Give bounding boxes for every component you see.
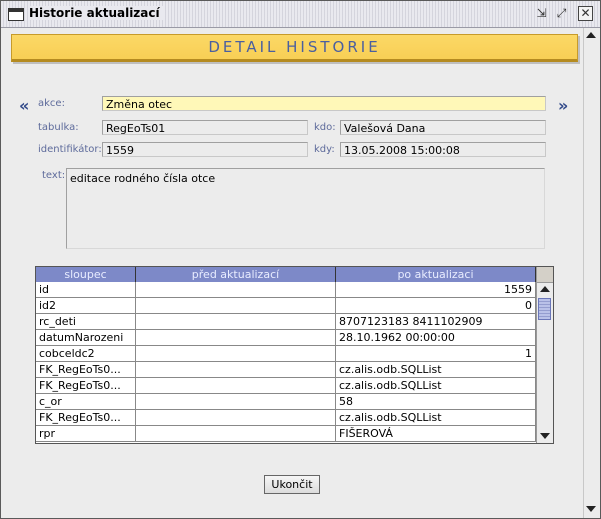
table-cell: FIŠEROVÁ — [336, 426, 536, 441]
previous-record-icon[interactable]: « — [19, 96, 29, 115]
table-row[interactable]: id 1559 — [36, 282, 536, 298]
table-row[interactable]: FK_RegEoTs0... cz.alis.odb.SQLList — [36, 410, 536, 426]
history-table: sloupec před aktualizací po aktualizaci … — [35, 266, 554, 444]
table-cell: id2 — [36, 298, 136, 313]
table-header: sloupec před aktualizací po aktualizaci — [36, 267, 536, 282]
table-cell: 8707123183 8411102909 — [336, 314, 536, 329]
table-row[interactable]: FK_RegEoTs0... cz.alis.odb.SQLList — [36, 378, 536, 394]
table-cell: 58 — [336, 394, 536, 409]
table-cell — [136, 282, 336, 297]
kdy-field[interactable]: 13.05.2008 15:00:08 — [340, 142, 546, 157]
column-header-pred[interactable]: před aktualizací — [136, 267, 336, 282]
table-cell: cz.alis.odb.SQLList — [336, 378, 536, 393]
maximize-icon[interactable]: ⤢ — [554, 6, 569, 21]
title-bar[interactable]: Historie aktualizací ⇲ ⤢ ✕ — [1, 1, 600, 28]
table-row[interactable]: FK_RegEoTs0... cz.alis.odb.SQLList — [36, 362, 536, 378]
table-scrollbar[interactable] — [536, 267, 553, 443]
akce-field[interactable]: Změna otec — [102, 96, 546, 111]
scroll-thumb[interactable] — [538, 298, 551, 320]
window-title: Historie aktualizací — [29, 6, 164, 20]
close-icon[interactable]: ✕ — [578, 6, 593, 21]
identifikator-label: identifikátor: — [38, 144, 102, 155]
table-cell: 0 — [336, 298, 536, 313]
dialog-content: DETAIL HISTORIE « » akce: Změna otec tab… — [1, 28, 584, 518]
window-scrollbar[interactable] — [583, 28, 600, 518]
column-header-po[interactable]: po aktualizaci — [336, 267, 536, 282]
table-row[interactable]: rpr FIŠEROVÁ — [36, 426, 536, 442]
table-cell: FK_RegEoTs0... — [36, 378, 136, 393]
table-cell: 28.10.1962 00:00:00 — [336, 330, 536, 345]
table-row[interactable]: id2 0 — [36, 298, 536, 314]
scroll-up-icon[interactable] — [586, 32, 596, 38]
scroll-down-icon[interactable] — [540, 433, 550, 439]
kdy-label: kdy: — [314, 144, 335, 155]
table-cell: FK_RegEoTs0... — [36, 362, 136, 377]
table-corner — [537, 267, 553, 283]
table-cell — [136, 410, 336, 425]
table-cell: rpr — [36, 426, 136, 441]
text-area[interactable]: editace rodného čísla otce — [66, 168, 545, 249]
table-cell — [136, 330, 336, 345]
table-cell — [136, 394, 336, 409]
minimize-icon[interactable]: ⇲ — [534, 6, 549, 21]
table-cell: rc_deti — [36, 314, 136, 329]
table-row[interactable]: cobceldc2 1 — [36, 346, 536, 362]
scroll-down-icon[interactable] — [586, 506, 596, 512]
next-record-icon[interactable]: » — [558, 96, 568, 115]
dialog-window: Historie aktualizací ⇲ ⤢ ✕ DETAIL HISTOR… — [0, 0, 601, 519]
table-cell — [136, 378, 336, 393]
header-band: DETAIL HISTORIE — [11, 34, 578, 62]
kdo-field[interactable]: Valešová Dana — [340, 120, 546, 135]
page-title: DETAIL HISTORIE — [208, 38, 381, 56]
table-cell — [136, 426, 336, 441]
column-header-sloupec[interactable]: sloupec — [36, 267, 136, 282]
table-cell — [136, 362, 336, 377]
text-label: text: — [42, 170, 66, 181]
akce-label: akce: — [38, 98, 65, 109]
table-row[interactable]: datumNarozeni 28.10.1962 00:00:00 — [36, 330, 536, 346]
table-cell: cz.alis.odb.SQLList — [336, 362, 536, 377]
table-cell: 1559 — [336, 282, 536, 297]
table-cell — [136, 298, 336, 313]
window-icon — [8, 8, 24, 21]
table-cell: 1 — [336, 346, 536, 361]
table-cell: id — [36, 282, 136, 297]
ukoncit-button[interactable]: Ukončit — [264, 475, 320, 494]
table-row[interactable]: rc_deti 8707123183 8411102909 — [36, 314, 536, 330]
table-cell — [136, 346, 336, 361]
table-cell — [136, 314, 336, 329]
table-cell: cobceldc2 — [36, 346, 136, 361]
tabulka-label: tabulka: — [38, 122, 79, 133]
table-row[interactable]: c_or 58 — [36, 394, 536, 410]
table-cell: c_or — [36, 394, 136, 409]
tabulka-field[interactable]: RegEoTs01 — [102, 120, 308, 135]
scroll-up-icon[interactable] — [540, 286, 550, 292]
table-cell: cz.alis.odb.SQLList — [336, 410, 536, 425]
identifikator-field[interactable]: 1559 — [102, 142, 308, 157]
kdo-label: kdo: — [314, 122, 336, 133]
table-cell: datumNarozeni — [36, 330, 136, 345]
table-cell: FK_RegEoTs0... — [36, 410, 136, 425]
